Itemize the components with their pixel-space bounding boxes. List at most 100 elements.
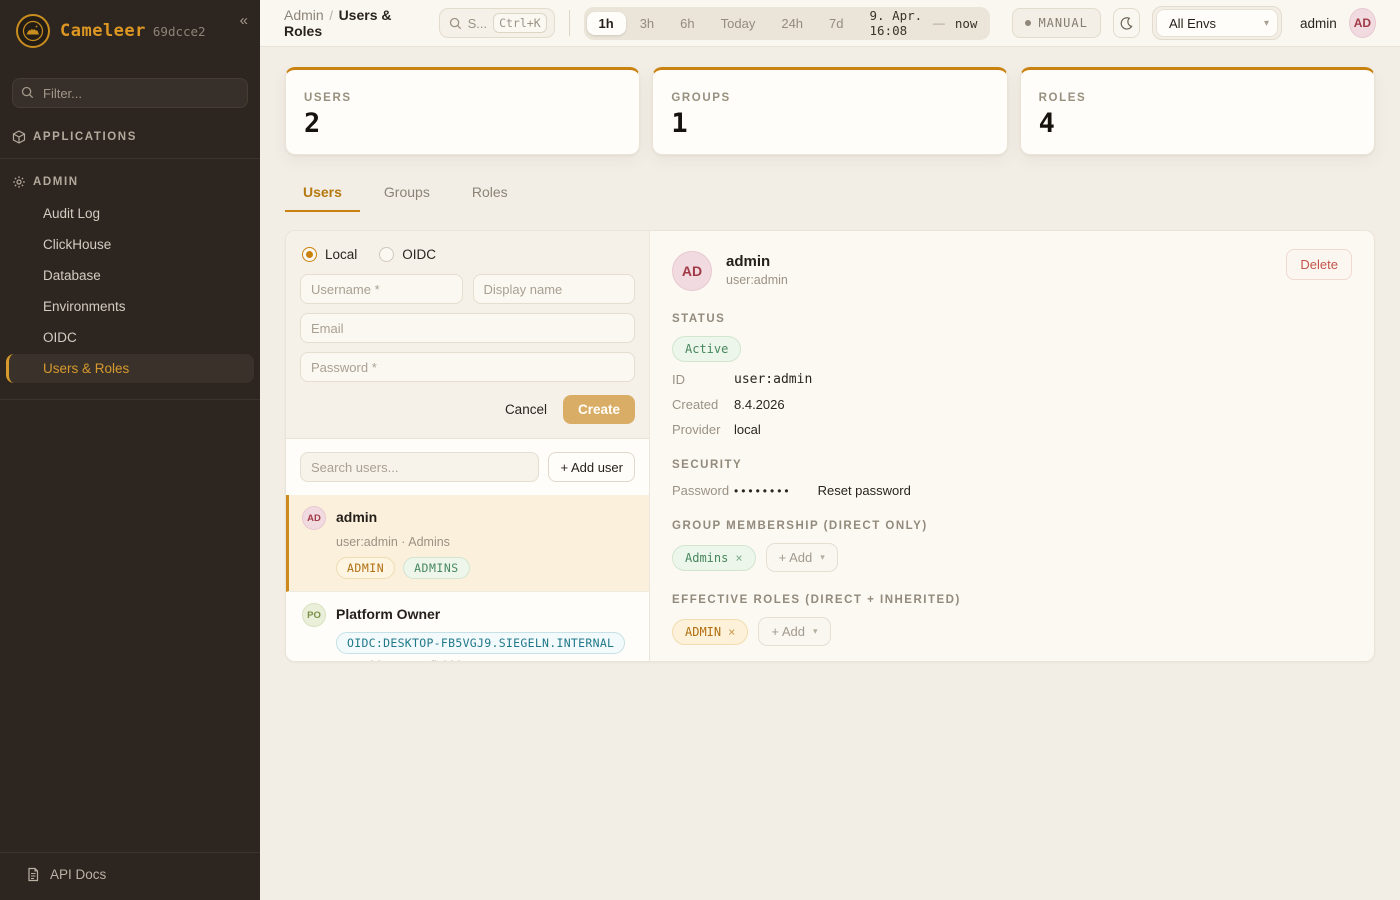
user-list-item-platform-owner[interactable]: PO Platform Owner OIDC:DESKTOP-FB5VGJ9.S… — [286, 592, 649, 662]
time-range-3h[interactable]: 3h — [628, 12, 666, 35]
role-chip-admin: ADMIN × — [672, 619, 748, 645]
tab-roles[interactable]: Roles — [454, 175, 526, 212]
stat-card-users: USERS 2 — [285, 67, 640, 155]
env-select[interactable]: All Envs ▾ — [1156, 9, 1278, 37]
user-meta: user:oidc:8evzqofluhld · no groups — [336, 659, 635, 662]
sidebar-item-oidc[interactable]: OIDC — [6, 323, 254, 352]
radio-local-label: Local — [325, 247, 357, 262]
topbar-username: admin — [1300, 16, 1337, 31]
avatar: AD — [672, 251, 712, 291]
time-to-value[interactable]: now — [947, 16, 988, 31]
time-range-24h[interactable]: 24h — [769, 12, 815, 35]
info-row-id: ID user:admin — [672, 372, 1352, 387]
user-meta: user:admin · Admins — [336, 535, 635, 549]
stat-label: GROUPS — [671, 92, 988, 104]
delete-button[interactable]: Delete — [1286, 249, 1352, 280]
info-label: ID — [672, 372, 734, 387]
stat-value: 1 — [671, 108, 988, 139]
sidebar-collapse-button[interactable]: « — [240, 12, 248, 29]
stat-value: 2 — [304, 108, 621, 139]
breadcrumb-parent[interactable]: Admin — [284, 7, 324, 23]
add-role-label: + Add — [771, 624, 805, 639]
refresh-mode-badge[interactable]: MANUAL — [1012, 8, 1100, 38]
tab-bar: Users Groups Roles — [285, 175, 1375, 212]
display-name-field[interactable] — [473, 274, 636, 304]
chevron-down-icon: ▾ — [1264, 18, 1269, 29]
radio-unselected-icon — [379, 247, 394, 262]
sidebar-item-clickhouse[interactable]: ClickHouse — [6, 230, 254, 259]
add-role-button[interactable]: + Add ▾ — [758, 617, 830, 646]
add-user-button[interactable]: + Add user — [548, 452, 635, 482]
app-root: Cameleer 69dcce2 « APPLICATIONS ADMIN Au… — [0, 0, 1400, 900]
info-value: 8.4.2026 — [734, 397, 785, 412]
camel-logo-icon — [16, 14, 50, 48]
sidebar-item-environments[interactable]: Environments — [6, 292, 254, 321]
radio-selected-icon — [302, 247, 317, 262]
time-range-6h[interactable]: 6h — [668, 12, 706, 35]
password-mask: •••••••• — [734, 484, 792, 498]
create-button[interactable]: Create — [563, 395, 635, 424]
sidebar-filter-input[interactable] — [12, 78, 248, 108]
env-select-container: All Envs ▾ — [1152, 6, 1282, 40]
role-badge: ADMIN — [336, 557, 395, 579]
dark-mode-toggle[interactable] — [1113, 8, 1140, 38]
radio-local[interactable]: Local — [302, 247, 357, 262]
radio-oidc[interactable]: OIDC — [379, 247, 436, 262]
group-membership-heading: GROUP MEMBERSHIP (DIRECT ONLY) — [672, 520, 1352, 532]
global-search-placeholder: S... — [468, 16, 488, 31]
global-search[interactable]: S... Ctrl+K — [439, 8, 555, 38]
stat-card-groups: GROUPS 1 — [652, 67, 1007, 155]
effective-roles-heading: EFFECTIVE ROLES (DIRECT + INHERITED) — [672, 594, 1352, 606]
time-from-value[interactable]: 9. Apr. 16:08 — [858, 8, 931, 38]
topbar-divider — [569, 10, 570, 36]
oidc-provider-badge: OIDC:DESKTOP-FB5VGJ9.SIEGELN.INTERNAL — [336, 632, 625, 654]
chevron-down-icon: ▾ — [820, 552, 825, 563]
api-docs-label: API Docs — [50, 867, 106, 882]
main-area: Admin / Users & Roles S... Ctrl+K 1h 3h … — [260, 0, 1400, 900]
provider-radio-row: Local OIDC — [302, 247, 635, 262]
user-avatar[interactable]: AD — [1349, 8, 1376, 38]
add-group-button[interactable]: + Add ▾ — [766, 543, 838, 572]
api-docs-link[interactable]: API Docs — [0, 853, 260, 900]
remove-group-icon[interactable]: × — [735, 551, 742, 565]
brand-version: 69dcce2 — [153, 24, 206, 39]
status-dot-icon — [1025, 20, 1031, 26]
remove-role-icon[interactable]: × — [728, 625, 735, 639]
time-range-1h[interactable]: 1h — [587, 12, 626, 35]
search-users-input[interactable] — [300, 452, 539, 482]
search-icon — [21, 86, 34, 99]
sidebar-item-audit-log[interactable]: Audit Log — [6, 199, 254, 228]
user-list-item-admin[interactable]: AD admin user:admin · Admins ADMIN ADMIN… — [286, 495, 649, 592]
document-icon — [26, 867, 40, 882]
sidebar: Cameleer 69dcce2 « APPLICATIONS ADMIN Au… — [0, 0, 260, 900]
cancel-button[interactable]: Cancel — [505, 402, 547, 417]
time-range-today[interactable]: Today — [709, 12, 768, 35]
sidebar-item-users-roles[interactable]: Users & Roles — [6, 354, 254, 383]
sidebar-nav: Audit Log ClickHouse Database Environmen… — [0, 197, 260, 385]
sidebar-section-applications[interactable]: APPLICATIONS — [0, 130, 260, 144]
tab-groups[interactable]: Groups — [366, 175, 448, 212]
reset-password-link[interactable]: Reset password — [818, 483, 911, 498]
chevron-down-icon: ▾ — [813, 626, 818, 637]
stat-label: USERS — [304, 92, 621, 104]
sidebar-item-database[interactable]: Database — [6, 261, 254, 290]
sidebar-section-admin[interactable]: ADMIN — [0, 175, 260, 189]
email-field[interactable] — [300, 313, 635, 343]
time-range-7d[interactable]: 7d — [817, 12, 855, 35]
users-left-column: Local OIDC — [286, 231, 650, 661]
user-detail: AD admin user:admin Delete STATUS Active — [650, 231, 1374, 661]
username-field[interactable] — [300, 274, 463, 304]
info-rows: ID user:admin Created 8.4.2026 Provider … — [672, 372, 1352, 437]
brand-row: Cameleer 69dcce2 « — [0, 0, 260, 60]
group-chip-admins: Admins × — [672, 545, 756, 571]
detail-user-id: user:admin — [726, 273, 788, 287]
refresh-mode-label: MANUAL — [1038, 16, 1087, 30]
tab-users[interactable]: Users — [285, 175, 360, 212]
stat-value: 4 — [1039, 108, 1356, 139]
time-range-group: 1h 3h 6h Today 24h 7d 9. Apr. 16:08 — no… — [584, 7, 991, 40]
sidebar-divider — [0, 158, 260, 159]
info-label: Provider — [672, 422, 734, 437]
add-group-label: + Add — [779, 550, 813, 565]
radio-oidc-label: OIDC — [402, 247, 436, 262]
password-field[interactable] — [300, 352, 635, 382]
